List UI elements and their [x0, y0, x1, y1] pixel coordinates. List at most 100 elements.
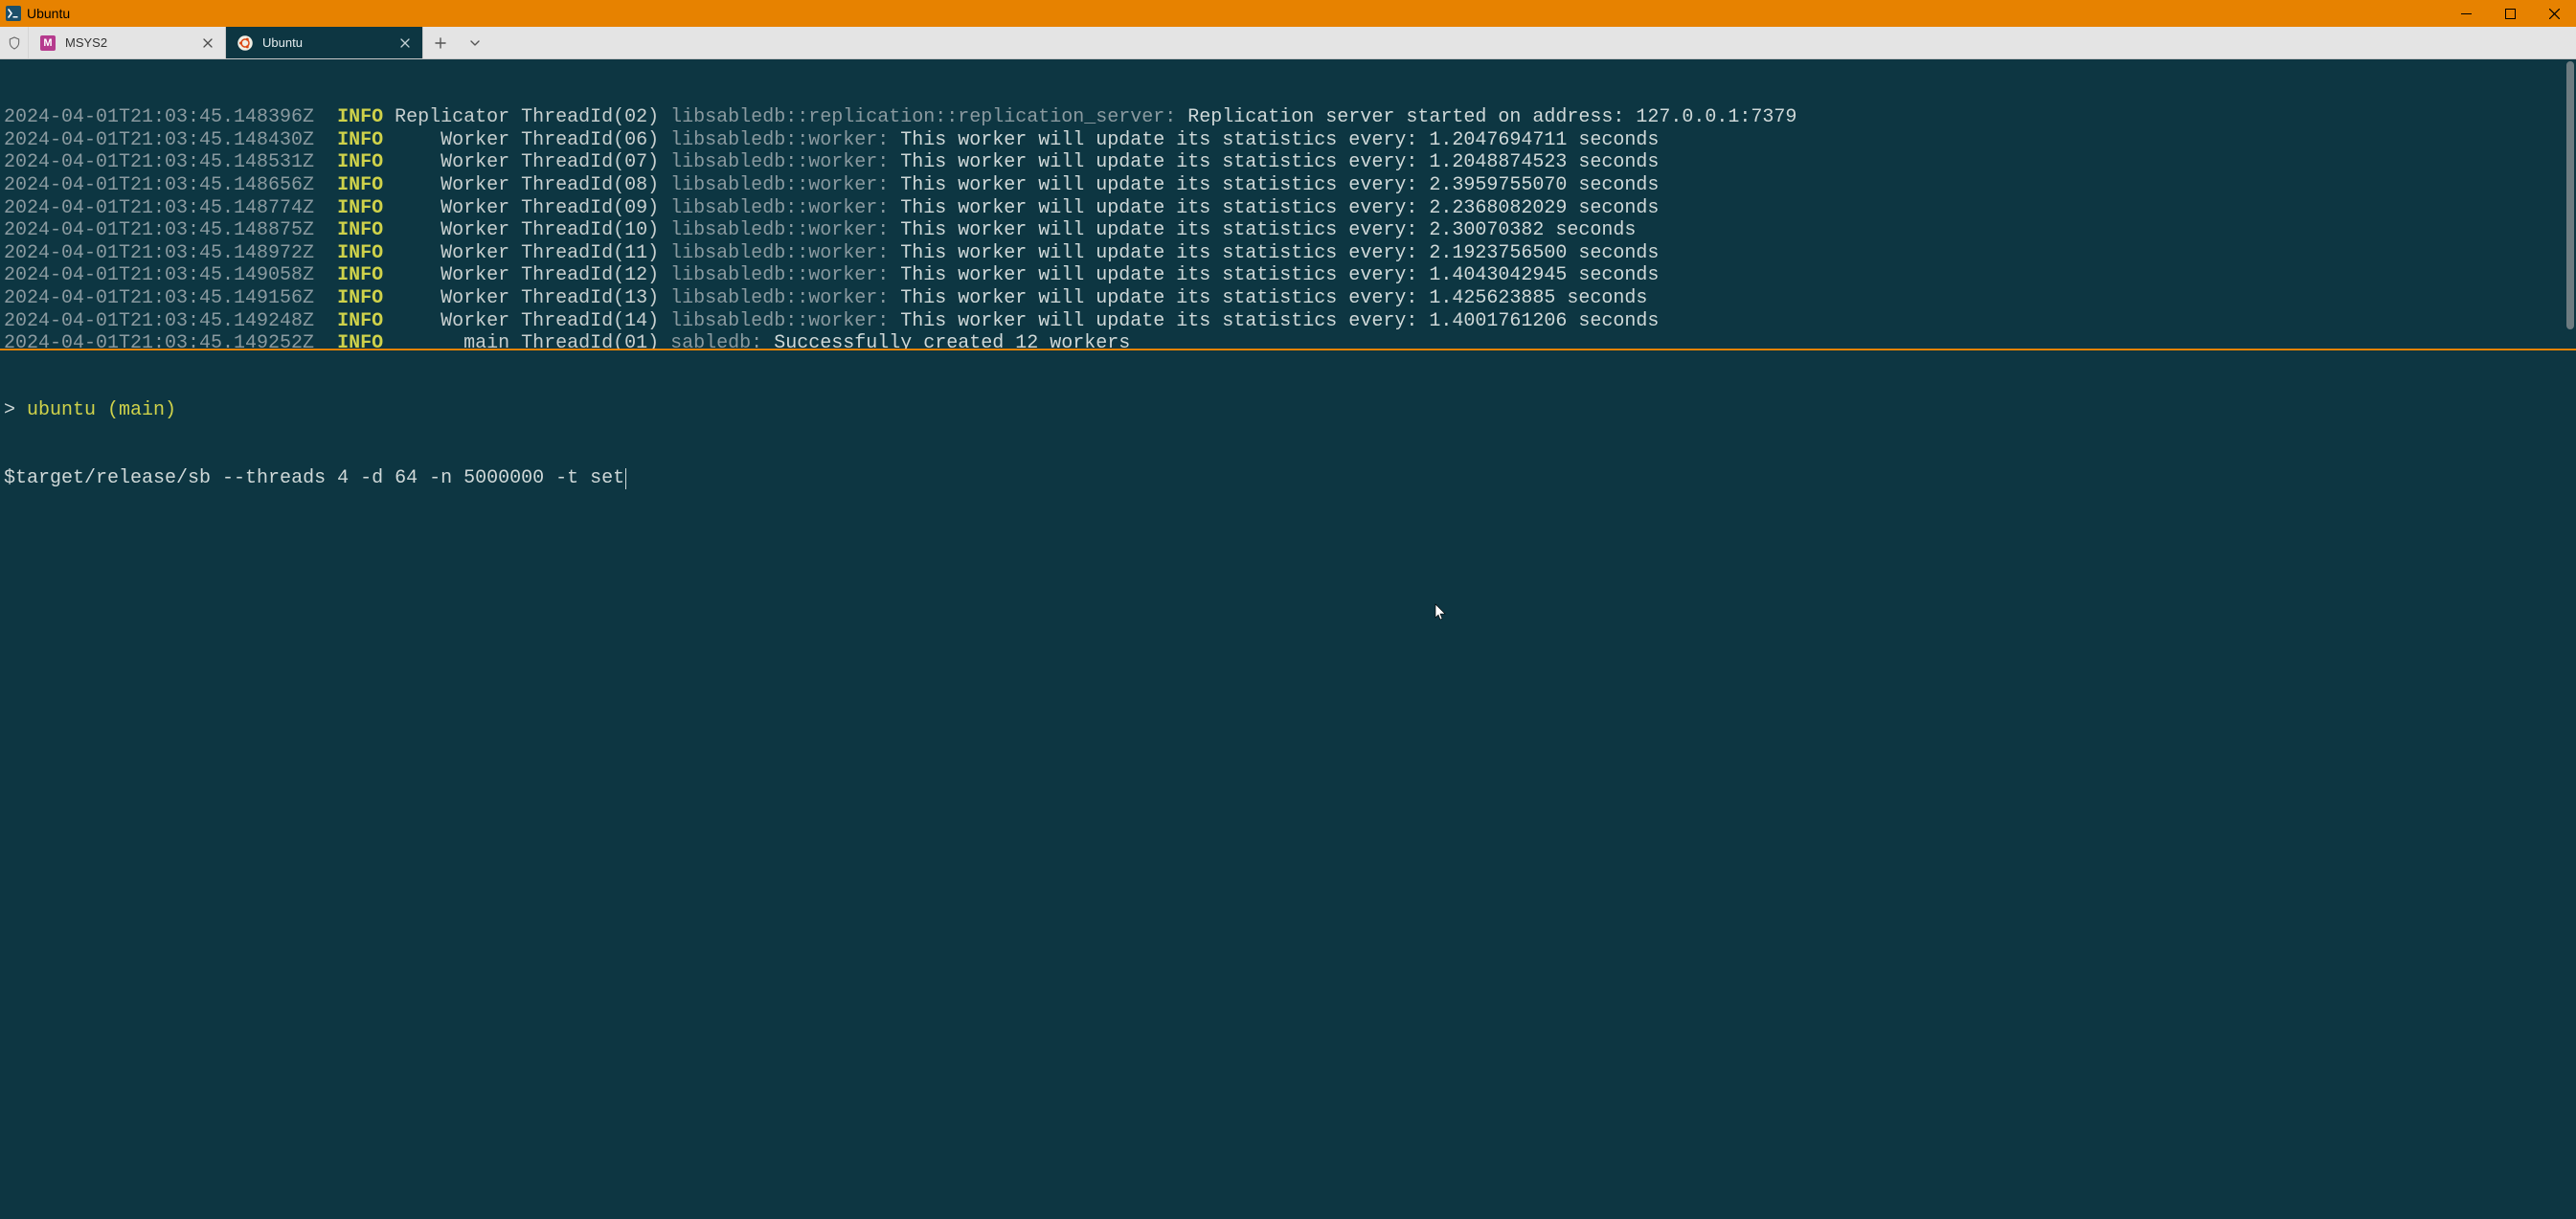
tab-msys2[interactable]: M MSYS2: [29, 27, 226, 58]
prompt-symbol: >: [4, 399, 15, 421]
log-module: libsabledb::worker:: [670, 310, 889, 332]
log-level: INFO: [337, 242, 383, 264]
log-module: libsabledb::worker:: [670, 264, 889, 286]
terminal-workarea: 2024-04-01T21:03:45.148396Z INFO Replica…: [0, 59, 2576, 1219]
log-level: INFO: [337, 151, 383, 173]
log-message: This worker will update its statistics e…: [900, 174, 1659, 196]
tab-strip: M MSYS2 Ubuntu: [0, 27, 2576, 59]
log-source: Worker ThreadId(07): [395, 151, 659, 173]
log-source: Worker ThreadId(10): [395, 219, 659, 241]
prompt-line-2: $target/release/sb --threads 4 -d 64 -n …: [4, 467, 2572, 490]
log-module: libsabledb::worker:: [670, 219, 889, 241]
log-level: INFO: [337, 197, 383, 219]
command-input-text[interactable]: target/release/sb --threads 4 -d 64 -n 5…: [15, 467, 624, 489]
log-line: 2024-04-01T21:03:45.149248Z INFO Worker …: [4, 310, 2572, 333]
log-module: libsabledb::worker:: [670, 242, 889, 264]
ubuntu-icon: [237, 35, 253, 51]
prompt-dollar: $: [4, 467, 15, 489]
log-line: 2024-04-01T21:03:45.148875Z INFO Worker …: [4, 219, 2572, 242]
log-message: This worker will update its statistics e…: [900, 287, 1647, 309]
tab-dropdown-button[interactable]: [458, 27, 492, 58]
log-message: This worker will update its statistics e…: [900, 219, 1636, 241]
maximize-button[interactable]: [2488, 0, 2532, 27]
window-title: Ubuntu: [27, 6, 70, 21]
mouse-pointer-icon: [1366, 580, 1377, 598]
log-level: INFO: [337, 219, 383, 241]
log-source: Worker ThreadId(11): [395, 242, 659, 264]
log-message: This worker will update its statistics e…: [900, 129, 1659, 151]
prompt-line-1: > ubuntu (main): [4, 399, 2572, 422]
log-message: This worker will update its statistics e…: [900, 264, 1659, 286]
log-line: 2024-04-01T21:03:45.149156Z INFO Worker …: [4, 287, 2572, 310]
log-source: Worker ThreadId(06): [395, 129, 659, 151]
msys2-icon: M: [40, 35, 56, 51]
log-timestamp: 2024-04-01T21:03:45.149058Z: [4, 264, 314, 286]
log-module: libsabledb::worker:: [670, 197, 889, 219]
log-source: Worker ThreadId(08): [395, 174, 659, 196]
log-source: Worker ThreadId(13): [395, 287, 659, 309]
log-level: INFO: [337, 129, 383, 151]
log-module: libsabledb::worker:: [670, 174, 889, 196]
close-icon[interactable]: [200, 35, 215, 51]
window-titlebar: Ubuntu: [0, 0, 2576, 27]
log-timestamp: 2024-04-01T21:03:45.149252Z: [4, 332, 314, 350]
log-timestamp: 2024-04-01T21:03:45.149156Z: [4, 287, 314, 309]
log-line: 2024-04-01T21:03:45.148531Z INFO Worker …: [4, 151, 2572, 174]
tab-ubuntu[interactable]: Ubuntu: [226, 27, 423, 58]
msys2-badge-letter: M: [40, 35, 56, 51]
log-level: INFO: [337, 287, 383, 309]
scrollbar-thumb[interactable]: [2566, 61, 2574, 329]
log-message: Successfully created 12 workers: [774, 332, 1130, 350]
minimize-button[interactable]: [2444, 0, 2488, 27]
log-level: INFO: [337, 106, 383, 128]
log-timestamp: 2024-04-01T21:03:45.148972Z: [4, 242, 314, 264]
log-message: Replication server started on address: 1…: [1187, 106, 1796, 128]
log-output: 2024-04-01T21:03:45.148396Z INFO Replica…: [4, 106, 2572, 350]
log-timestamp: 2024-04-01T21:03:45.148774Z: [4, 197, 314, 219]
log-source: Worker ThreadId(12): [395, 264, 659, 286]
prompt-host: ubuntu (main): [15, 399, 176, 421]
log-line: 2024-04-01T21:03:45.148396Z INFO Replica…: [4, 106, 2572, 129]
app-icon: [6, 6, 21, 21]
titlebar-left: Ubuntu: [0, 0, 70, 27]
log-line: 2024-04-01T21:03:45.149058Z INFO Worker …: [4, 264, 2572, 287]
new-tab-button[interactable]: [423, 27, 458, 58]
close-button[interactable]: [2532, 0, 2576, 27]
close-icon[interactable]: [397, 35, 413, 51]
log-level: INFO: [337, 310, 383, 332]
log-line: 2024-04-01T21:03:45.149252Z INFO main Th…: [4, 332, 2572, 350]
log-message: This worker will update its statistics e…: [900, 242, 1659, 264]
log-timestamp: 2024-04-01T21:03:45.148396Z: [4, 106, 314, 128]
terminal-pane-top[interactable]: 2024-04-01T21:03:45.148396Z INFO Replica…: [0, 59, 2576, 350]
terminal-pane-bottom[interactable]: > ubuntu (main) $target/release/sb --thr…: [0, 350, 2576, 1219]
log-source: main ThreadId(01): [395, 332, 659, 350]
log-module: libsabledb::worker:: [670, 151, 889, 173]
log-line: 2024-04-01T21:03:45.148656Z INFO Worker …: [4, 174, 2572, 197]
log-line: 2024-04-01T21:03:45.148774Z INFO Worker …: [4, 197, 2572, 220]
log-module: libsabledb::replication::replication_ser…: [670, 106, 1176, 128]
log-line: 2024-04-01T21:03:45.148972Z INFO Worker …: [4, 242, 2572, 265]
log-level: INFO: [337, 174, 383, 196]
log-level: INFO: [337, 332, 383, 350]
log-message: This worker will update its statistics e…: [900, 151, 1659, 173]
log-module: libsabledb::worker:: [670, 129, 889, 151]
log-level: INFO: [337, 264, 383, 286]
log-timestamp: 2024-04-01T21:03:45.148656Z: [4, 174, 314, 196]
log-source: Worker ThreadId(14): [395, 310, 659, 332]
log-source: Worker ThreadId(09): [395, 197, 659, 219]
log-line: 2024-04-01T21:03:45.148430Z INFO Worker …: [4, 129, 2572, 152]
window-controls: [2444, 0, 2576, 27]
text-cursor: [625, 468, 626, 489]
log-module: sabledb:: [670, 332, 762, 350]
log-timestamp: 2024-04-01T21:03:45.149248Z: [4, 310, 314, 332]
log-message: This worker will update its statistics e…: [900, 197, 1659, 219]
tab-label: MSYS2: [65, 35, 191, 50]
tab-label: Ubuntu: [262, 35, 388, 50]
log-timestamp: 2024-04-01T21:03:45.148875Z: [4, 219, 314, 241]
log-module: libsabledb::worker:: [670, 287, 889, 309]
log-timestamp: 2024-04-01T21:03:45.148531Z: [4, 151, 314, 173]
log-timestamp: 2024-04-01T21:03:45.148430Z: [4, 129, 314, 151]
log-message: This worker will update its statistics e…: [900, 310, 1659, 332]
shield-icon[interactable]: [0, 27, 29, 58]
log-source: Replicator ThreadId(02): [395, 106, 659, 128]
